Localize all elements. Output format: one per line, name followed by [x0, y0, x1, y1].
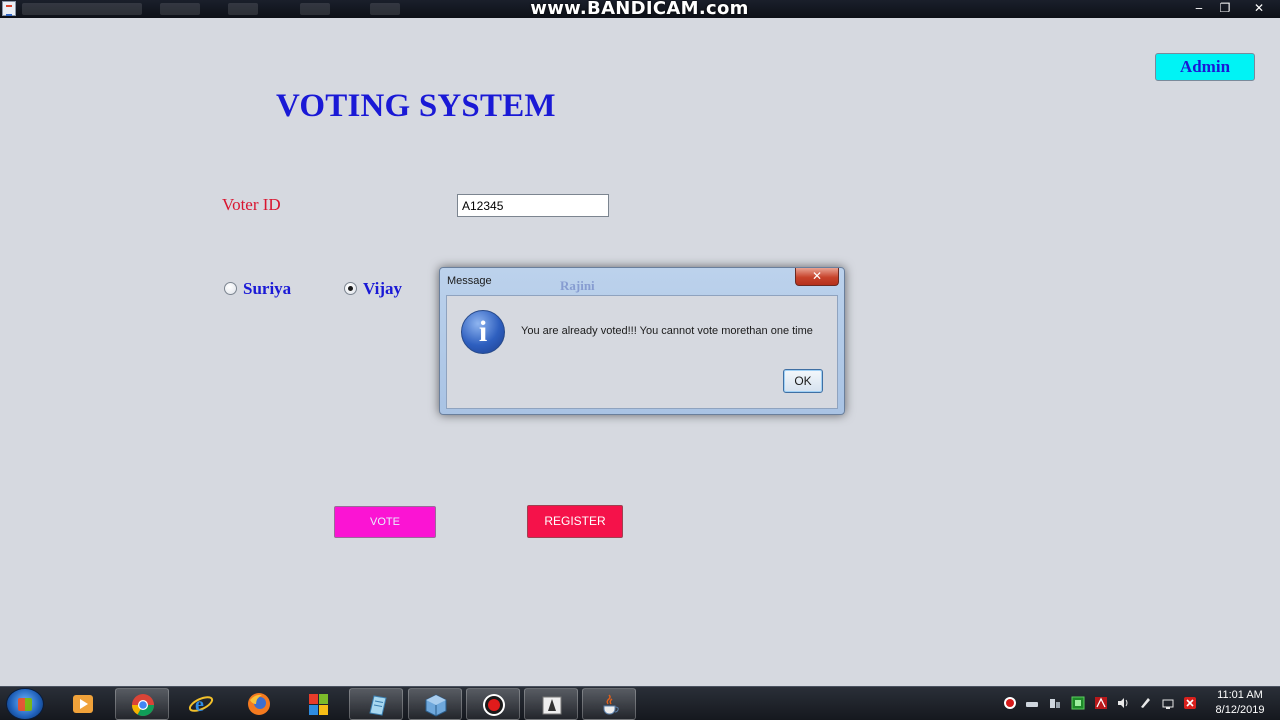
radio-suriya[interactable] [224, 282, 237, 295]
volume-icon[interactable] [1116, 696, 1130, 710]
ok-button[interactable]: OK [783, 369, 823, 393]
radio-vijay[interactable] [344, 282, 357, 295]
internet-explorer-icon[interactable]: e [174, 688, 228, 720]
error-x-icon[interactable] [1183, 696, 1197, 710]
dialog-title: Message [447, 275, 492, 287]
bandicam-record-icon[interactable] [466, 688, 520, 720]
voter-id-input[interactable] [457, 194, 609, 217]
battery-icon[interactable] [1071, 696, 1085, 710]
admin-button[interactable]: Admin [1155, 53, 1255, 81]
ghost-tab [300, 3, 330, 15]
network-icon[interactable] [1161, 696, 1175, 710]
message-dialog: Message Rajini ✕ i You are already voted… [439, 267, 845, 415]
windows-media-player-icon[interactable] [56, 688, 110, 720]
clock-date: 8/12/2019 [1215, 704, 1265, 716]
restore-button[interactable]: ❐ [1212, 0, 1238, 16]
ghost-tab [22, 3, 142, 15]
taskbar: e [0, 686, 1280, 720]
candidate-label-vijay[interactable]: Vijay [363, 279, 402, 299]
close-window-button[interactable]: ✕ [1246, 0, 1272, 16]
notepad-icon[interactable] [349, 688, 403, 720]
ghost-tab [370, 3, 400, 15]
vote-button[interactable]: VOTE [334, 506, 436, 538]
office-icon[interactable] [291, 688, 345, 720]
java-icon[interactable] [582, 688, 636, 720]
taskbar-clock[interactable]: 11:01 AM 8/12/2019 [1204, 688, 1276, 718]
firefox-icon[interactable] [232, 688, 286, 720]
record-icon[interactable] [1003, 696, 1017, 710]
candidate-label-suriya[interactable]: Suriya [243, 279, 291, 299]
dialog-close-button[interactable]: ✕ [795, 268, 839, 286]
start-button[interactable] [6, 688, 44, 720]
candidate-label-rajini-ghost: Rajini [560, 278, 595, 293]
ghost-tab [160, 3, 200, 15]
register-button[interactable]: REGISTER [527, 505, 623, 538]
dialog-body: i You are already voted!!! You cannot vo… [446, 295, 838, 409]
minimize-button[interactable]: ‒ [1186, 0, 1212, 16]
pdf-icon[interactable] [1094, 696, 1108, 710]
chrome-icon[interactable] [115, 688, 169, 720]
clock-time: 11:01 AM [1217, 689, 1263, 701]
window-titlebar: www.BANDICAM.com ‒ ❐ ✕ [0, 0, 1280, 19]
drive-icon[interactable] [1025, 696, 1039, 710]
bandicam-watermark: www.BANDICAM.com [530, 0, 749, 19]
svg-text:e: e [195, 694, 204, 716]
java-app-icon [2, 1, 16, 16]
dialog-message: You are already voted!!! You cannot vote… [521, 325, 813, 337]
page-title: VOTING SYSTEM [276, 88, 556, 124]
usb-icon[interactable] [1048, 696, 1062, 710]
virtualbox-icon[interactable] [408, 688, 462, 720]
info-icon: i [461, 310, 505, 354]
pen-icon[interactable] [1138, 696, 1152, 710]
voter-id-label: Voter ID [222, 195, 281, 214]
print-icon[interactable] [524, 688, 578, 720]
ghost-tab [228, 3, 258, 15]
